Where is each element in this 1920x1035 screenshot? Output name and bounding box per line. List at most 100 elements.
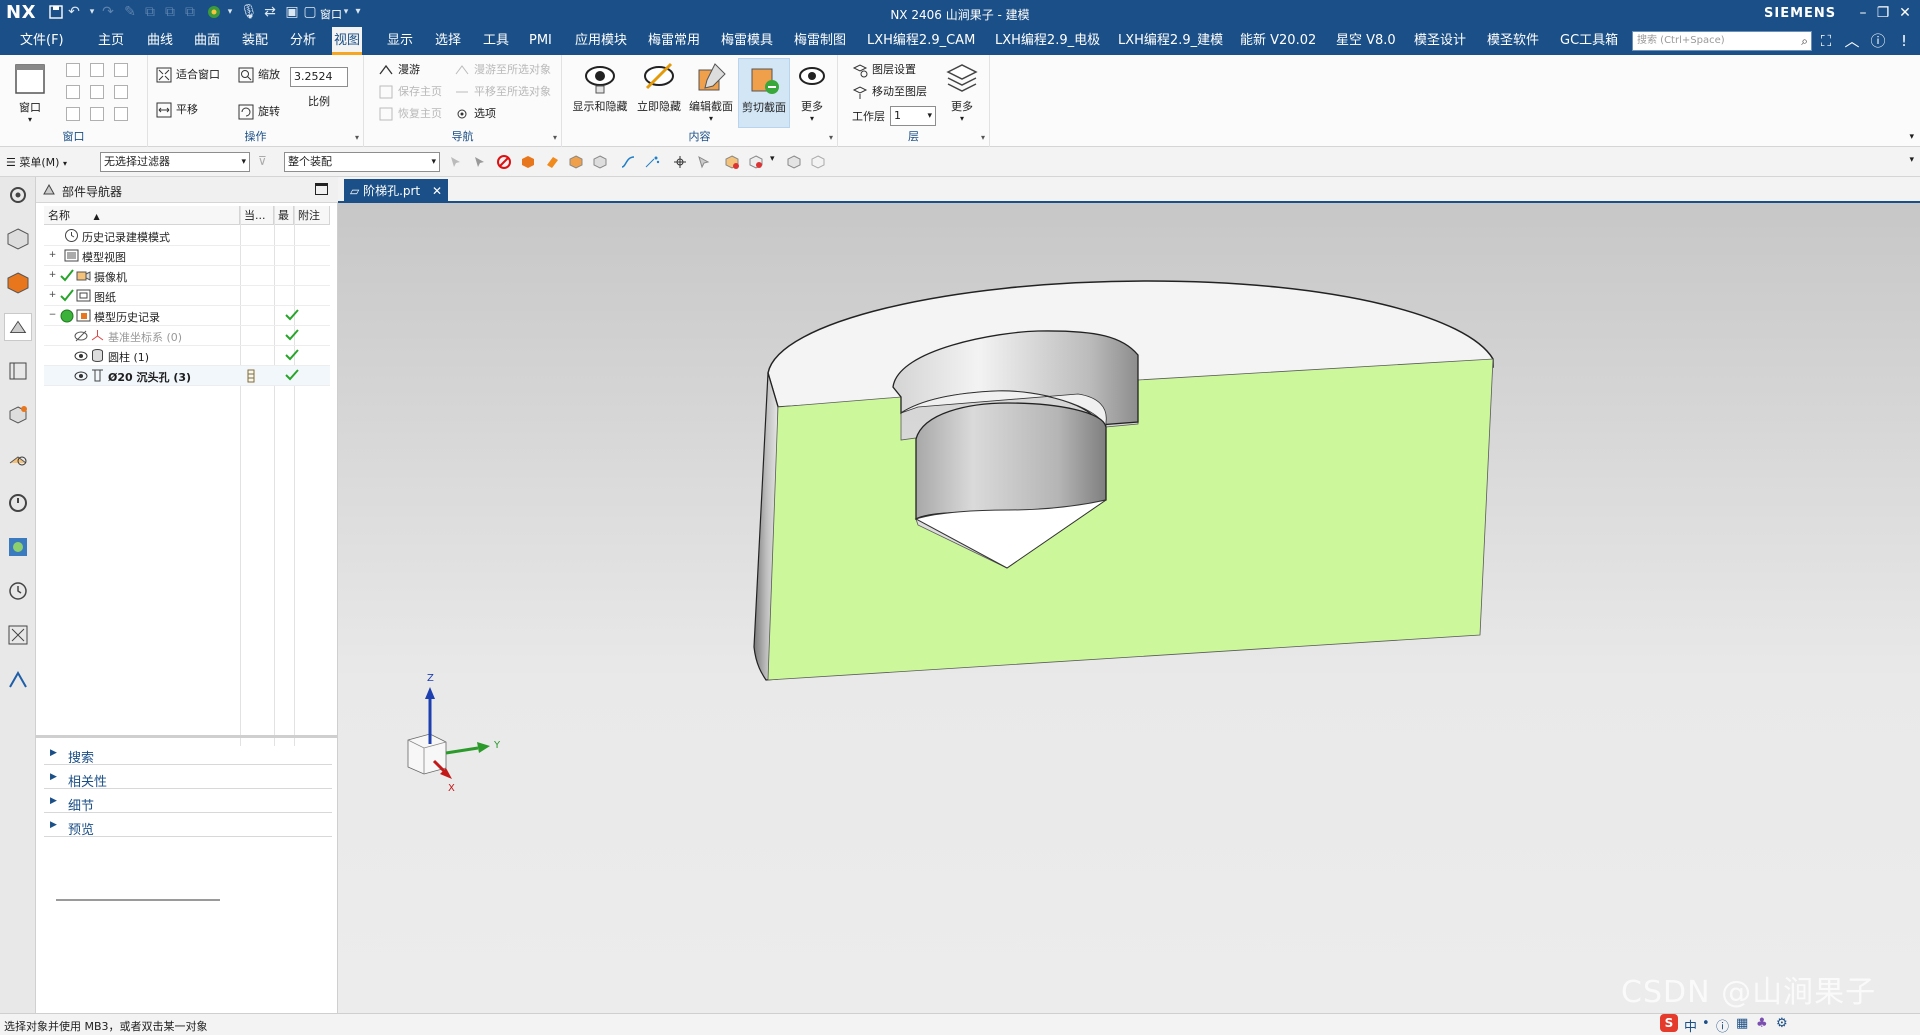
copy-icon[interactable]: ⧉ xyxy=(142,4,158,20)
layout-split-horizontal-icon[interactable] xyxy=(114,63,128,77)
fly-button[interactable]: 漫游 xyxy=(378,60,420,80)
ime-settings-icon[interactable]: ⚙ xyxy=(1776,1016,1788,1031)
curve-filter-icon[interactable] xyxy=(620,154,636,170)
system-materials-icon[interactable] xyxy=(4,533,32,561)
minimize-icon[interactable]: – xyxy=(1852,3,1874,23)
tab-xingkong[interactable]: 星空 V8.0 xyxy=(1334,27,1398,55)
save-icon[interactable] xyxy=(48,4,64,20)
layout-six-icon[interactable] xyxy=(114,107,128,121)
face-filter-icon[interactable] xyxy=(544,154,560,170)
tab-mosheng-design[interactable]: 模圣设计 xyxy=(1412,27,1468,55)
type-filter-select[interactable]: 无选择过滤器 ▾ xyxy=(100,152,250,172)
undo-dropdown-icon[interactable]: ▾ xyxy=(84,4,100,20)
search-icon[interactable]: ⌕ xyxy=(1801,32,1808,50)
panel-dependencies[interactable]: ▶ 相关性 xyxy=(44,767,332,790)
filter-funnel-icon[interactable]: ⊽ xyxy=(258,154,274,170)
visible-eye-icon[interactable] xyxy=(74,368,88,384)
edit-section-dropdown-icon[interactable]: ▾ xyxy=(686,114,736,123)
tree-row-cylinder[interactable]: 圆柱 (1) xyxy=(44,346,330,366)
hd3d-tools-icon[interactable] xyxy=(4,401,32,429)
ime-skin-icon[interactable]: ♣ xyxy=(1756,1016,1768,1031)
no-selection-icon[interactable] xyxy=(496,154,512,170)
layout-split-vertical-icon[interactable] xyxy=(90,63,104,77)
horizontal-scrollbar-thumb[interactable] xyxy=(56,899,220,901)
select-all-icon[interactable] xyxy=(448,154,464,170)
tree-row-history-mode[interactable]: 历史记录建模模式 xyxy=(44,226,330,246)
sheet-filter-icon[interactable] xyxy=(592,154,608,170)
window-icon[interactable]: ▢ xyxy=(302,4,318,20)
column-latest-header[interactable]: 最 xyxy=(274,206,294,225)
settings-icon[interactable] xyxy=(4,181,32,209)
snap-point-icon[interactable] xyxy=(672,154,688,170)
restore-home-button[interactable]: 恢复主页 xyxy=(378,104,442,124)
tree-row-datum-csys[interactable]: 基准坐标系 (0) xyxy=(44,326,330,346)
tree-row-model-views[interactable]: + 模型视图 xyxy=(44,246,330,266)
navigation-group-caret-icon[interactable]: ▾ xyxy=(553,133,557,142)
selection-scope-select[interactable]: 整个装配 ▾ xyxy=(284,152,440,172)
touch-mode-icon[interactable] xyxy=(206,4,222,20)
rotate-button[interactable]: 旋转 xyxy=(238,102,280,122)
body-filter-icon[interactable] xyxy=(520,154,536,170)
role-tools-icon[interactable] xyxy=(4,621,32,649)
redo-icon[interactable]: ↷ xyxy=(100,4,116,20)
tab-mosheng-software[interactable]: 模圣软件 xyxy=(1485,27,1541,55)
visible-eye-icon[interactable] xyxy=(74,348,88,364)
paste-icon[interactable]: ⧉ xyxy=(162,4,178,20)
tree-row-model-history[interactable]: − 模型历史记录 xyxy=(44,306,330,326)
history-palette-icon[interactable] xyxy=(4,489,32,517)
tab-lxh-cam[interactable]: LXH编程2.9_CAM xyxy=(865,27,977,55)
help-icon[interactable]: ⓘ xyxy=(1868,31,1888,51)
tab-meilei-mold[interactable]: 梅雷模具 xyxy=(719,27,775,55)
close-tab-icon[interactable]: ✕ xyxy=(432,184,442,198)
view-box-alt-icon[interactable] xyxy=(810,154,826,170)
tab-file[interactable]: 文件(F) xyxy=(18,27,66,55)
tab-assembly[interactable]: 装配 xyxy=(240,27,270,55)
visibility-check-icon[interactable] xyxy=(60,268,74,284)
nav-options-button[interactable]: 选项 xyxy=(454,104,496,124)
solid-filter-icon[interactable] xyxy=(568,154,584,170)
panel-preview[interactable]: ▶ 预览 xyxy=(44,815,332,838)
reuse-library-icon[interactable] xyxy=(4,357,32,385)
tab-home[interactable]: 主页 xyxy=(96,27,126,55)
layer-settings-button[interactable]: 图层设置 xyxy=(852,60,916,80)
clock-icon[interactable] xyxy=(4,577,32,605)
window-switch-icon[interactable]: ▣ xyxy=(284,4,300,20)
tree-row-cameras[interactable]: + 摄像机 xyxy=(44,266,330,286)
tab-curve[interactable]: 曲线 xyxy=(145,27,175,55)
tab-pmi[interactable]: PMI xyxy=(527,27,554,55)
expand-icon[interactable]: + xyxy=(48,291,57,300)
coordinate-triad[interactable]: Z Y X xyxy=(407,673,501,794)
layout-single-icon[interactable] xyxy=(66,63,80,77)
expand-icon[interactable]: + xyxy=(48,271,57,280)
hidden-eye-icon[interactable] xyxy=(74,328,88,344)
select-features-icon[interactable] xyxy=(472,154,488,170)
fit-window-button[interactable]: 适合窗口 xyxy=(156,65,220,85)
alert-icon[interactable]: ! xyxy=(1894,31,1914,51)
tree-row-counterbore-hole[interactable]: Ø20 沉头孔 (3) xyxy=(44,366,330,386)
immediate-hide-button[interactable]: 立即隐藏 xyxy=(634,58,684,128)
show-hide-button[interactable]: 显示和隐藏 xyxy=(570,58,630,128)
operate-group-caret-icon[interactable]: ▾ xyxy=(355,133,359,142)
repeat-command-icon[interactable]: ✎ xyxy=(122,4,138,20)
maximize-panel-icon[interactable] xyxy=(315,183,328,195)
layer-group-caret-icon[interactable]: ▾ xyxy=(981,133,985,142)
screen-share-icon[interactable]: ⇄ xyxy=(262,4,278,20)
tab-applications[interactable]: 应用模块 xyxy=(573,27,629,55)
work-layer-dropdown-icon[interactable]: ▾ xyxy=(927,107,932,125)
tab-gc-toolbox[interactable]: GC工具箱 xyxy=(1558,27,1620,55)
touch-dropdown-icon[interactable]: ▾ xyxy=(222,4,238,20)
web-browser-icon[interactable] xyxy=(4,445,32,473)
window-button[interactable]: 窗口 ▾ xyxy=(6,59,54,129)
navigator-splitter[interactable] xyxy=(36,735,338,738)
collapse-icon[interactable]: − xyxy=(48,311,57,320)
graphics-window[interactable]: Z Y X CSDN @山涧果子 xyxy=(338,177,1920,1013)
assembly-select-dropdown-icon[interactable]: ▾ xyxy=(770,154,786,170)
tab-surface[interactable]: 曲面 xyxy=(192,27,222,55)
assembly-select-icon[interactable] xyxy=(748,154,764,170)
ime-language[interactable]: 中 xyxy=(1684,1016,1697,1035)
tab-view[interactable]: 视图 xyxy=(332,27,363,55)
content-more-dropdown-icon[interactable]: ▾ xyxy=(792,114,832,123)
component-select-icon[interactable] xyxy=(724,154,740,170)
view-box-icon[interactable] xyxy=(786,154,802,170)
layer-more-button[interactable]: 更多 ▾ xyxy=(942,58,982,128)
